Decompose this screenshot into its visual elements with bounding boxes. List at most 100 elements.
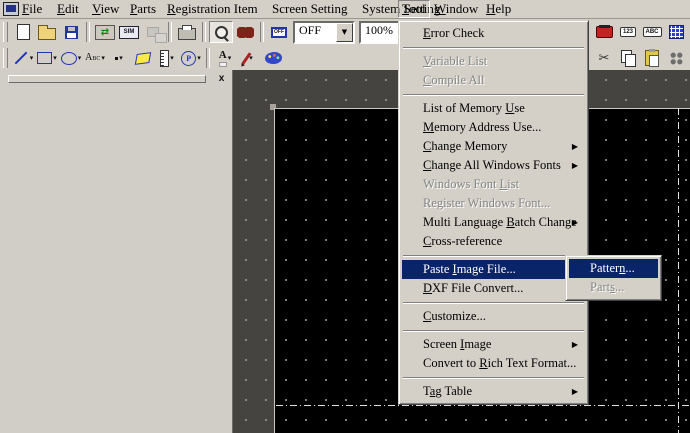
menu-item-compile-all: Compile All xyxy=(402,71,585,90)
dropdown-arrow-icon[interactable]: ▾ xyxy=(197,54,201,62)
menu-item-tag-table[interactable]: Tag Table▶ xyxy=(402,382,585,401)
toolbar-separator xyxy=(206,48,210,68)
copy-icon xyxy=(621,50,632,63)
dropdown-arrow-icon[interactable]: ▾ xyxy=(119,54,123,62)
menu-item-parts: Parts... xyxy=(569,278,658,297)
state-combobox[interactable]: OFF ▼ xyxy=(293,21,355,44)
save-icon xyxy=(65,26,78,39)
menu-separator xyxy=(403,47,584,49)
toolbar-separator xyxy=(260,22,264,42)
toolbar-grip[interactable] xyxy=(3,22,8,42)
state-change-button[interactable]: OFF xyxy=(267,21,291,43)
menu-item-paste-image-file[interactable]: Paste Image File...▶ xyxy=(402,260,585,279)
state-combobox-value: OFF xyxy=(299,23,321,38)
menubar-item-window[interactable]: Window xyxy=(431,1,481,16)
keypad-icon xyxy=(669,25,684,39)
numeric-display-button[interactable]: 123 xyxy=(616,21,640,43)
ruler-tool-button[interactable]: ▾ xyxy=(155,47,179,69)
font-color-button[interactable]: A▾ xyxy=(213,47,237,69)
text-tool-button[interactable]: ABC▾ xyxy=(83,47,107,69)
rectangle-tool-button[interactable]: ▾ xyxy=(35,47,59,69)
copy-button[interactable] xyxy=(616,47,640,69)
menu-item-error-check[interactable]: Error Check xyxy=(402,24,585,43)
menu-item-cross-reference[interactable]: Cross-reference xyxy=(402,232,585,251)
menu-separator xyxy=(403,94,584,96)
ellipse-icon xyxy=(61,52,77,65)
menu-separator xyxy=(403,377,584,379)
submenu-arrow-icon: ▶ xyxy=(572,382,578,401)
save-button[interactable] xyxy=(59,21,83,43)
toolbar-separator xyxy=(86,22,90,42)
menu-item-windows-font-list: Windows Font List xyxy=(402,175,585,194)
ellipse-tool-button[interactable]: ▾ xyxy=(59,47,83,69)
menu-item-pattern[interactable]: Pattern... xyxy=(569,259,658,278)
menu-separator xyxy=(403,302,584,304)
toolbar-grip[interactable] xyxy=(3,48,8,68)
simulation-button[interactable]: SIM xyxy=(117,21,141,43)
combo-dropdown-arrow-icon[interactable]: ▼ xyxy=(336,23,353,42)
dropdown-arrow-icon[interactable]: ▾ xyxy=(53,54,57,62)
toolbar-separator xyxy=(168,22,172,42)
dropdown-arrow-icon[interactable]: ▾ xyxy=(101,54,105,62)
menu-item-register-windows-font: Register Windows Font... xyxy=(402,194,585,213)
ruler-icon xyxy=(160,50,169,67)
cut-button[interactable]: ✂ xyxy=(592,47,616,69)
mark-p-tool-button[interactable]: P▾ xyxy=(179,47,203,69)
line-tool-button[interactable]: ▾ xyxy=(11,47,35,69)
open-button[interactable] xyxy=(35,21,59,43)
dot-tool-button[interactable]: ▾ xyxy=(107,47,131,69)
fontcolor-icon: A xyxy=(219,50,227,67)
zoomcursor-icon xyxy=(215,26,228,39)
submenu-arrow-icon: ▶ xyxy=(572,213,578,232)
menu-item-change-all-windows-fonts[interactable]: Change All Windows Fonts▶ xyxy=(402,156,585,175)
menu-item-multi-language-batch-change[interactable]: Multi Language Batch Change▶ xyxy=(402,213,585,232)
menu-item-list-of-memory-use[interactable]: List of Memory Use xyxy=(402,99,585,118)
menu-item-change-memory[interactable]: Change Memory▶ xyxy=(402,137,585,156)
menubar-item-parts[interactable]: Parts xyxy=(127,1,159,16)
pen-color-button[interactable]: ▾ xyxy=(237,47,261,69)
menubar-item-screen-setting[interactable]: Screen Setting xyxy=(269,1,350,16)
paste-button[interactable] xyxy=(640,47,664,69)
dropdown-arrow-icon[interactable]: ▾ xyxy=(228,54,232,62)
zoom-select-button[interactable] xyxy=(209,21,233,43)
paste-image-file-submenu: Pattern...Parts... xyxy=(565,255,662,301)
palette-button[interactable] xyxy=(261,47,285,69)
palette-icon xyxy=(265,52,282,64)
menu-item-customize[interactable]: Customize... xyxy=(402,307,585,326)
group-button[interactable] xyxy=(664,47,688,69)
dropdown-arrow-icon[interactable]: ▾ xyxy=(78,54,82,62)
cut-icon: ✂ xyxy=(599,52,610,65)
new-button[interactable] xyxy=(11,21,35,43)
panel-grip-handle[interactable] xyxy=(8,75,206,83)
menu-item-convert-to-rich-text-format[interactable]: Convert to Rich Text Format... xyxy=(402,354,585,373)
menu-item-screen-image[interactable]: Screen Image▶ xyxy=(402,335,585,354)
fill-tool-button[interactable] xyxy=(131,47,155,69)
menubar-item-view[interactable]: View xyxy=(89,1,122,16)
app-monitor-icon[interactable] xyxy=(3,2,19,16)
numbox-icon: 123 xyxy=(620,27,636,37)
menu-item-variable-list: Variable List xyxy=(402,52,585,71)
zoom-combobox-value: 100% xyxy=(365,23,393,38)
submenu-arrow-icon: ▶ xyxy=(572,156,578,175)
menubar-item-registration-item[interactable]: Registration Item xyxy=(164,1,261,16)
parts-alarm-button[interactable] xyxy=(592,21,616,43)
menu-item-memory-address-use[interactable]: Memory Address Use... xyxy=(402,118,585,137)
dropdown-arrow-icon[interactable]: ▾ xyxy=(30,54,34,62)
screen-transfer-button[interactable]: ⇄ xyxy=(93,21,117,43)
new-icon xyxy=(17,24,30,40)
menubar-item-file[interactable]: File xyxy=(19,1,45,16)
preview-button[interactable] xyxy=(233,21,257,43)
menu-item-dxf-file-convert[interactable]: DXF File Convert... xyxy=(402,279,585,298)
docked-panel: x xyxy=(0,70,233,433)
print-button[interactable] xyxy=(175,21,199,43)
panel-close-button[interactable]: x xyxy=(215,72,228,85)
menubar-item-tool[interactable]: Tool xyxy=(398,0,430,18)
dropdown-arrow-icon[interactable]: ▾ xyxy=(170,54,174,62)
preview-icon xyxy=(237,27,254,38)
text-display-button[interactable]: ABC xyxy=(640,21,664,43)
menubar-item-edit[interactable]: Edit xyxy=(54,1,82,16)
keypad-button[interactable] xyxy=(664,21,688,43)
net-icon xyxy=(147,27,159,37)
menubar-item-help[interactable]: Help xyxy=(483,1,514,16)
group-icon xyxy=(669,51,684,66)
